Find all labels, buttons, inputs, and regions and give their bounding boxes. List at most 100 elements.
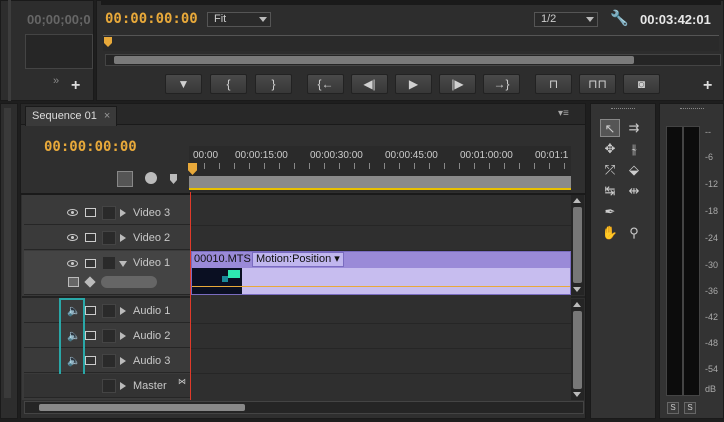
scrollbar-thumb[interactable] bbox=[573, 311, 582, 389]
rubber-band-line[interactable] bbox=[192, 286, 570, 287]
audio-vertical-scrollbar[interactable] bbox=[571, 299, 584, 400]
program-scrollbar-thumb[interactable] bbox=[114, 56, 634, 64]
snap-icon[interactable] bbox=[117, 171, 133, 187]
chevron-right-icon[interactable] bbox=[120, 307, 126, 315]
track-content-area[interactable] bbox=[190, 195, 571, 400]
chevron-right-icon[interactable] bbox=[120, 234, 126, 242]
panel-grip[interactable] bbox=[680, 108, 704, 111]
track-select-tool-icon[interactable]: ⇉ bbox=[624, 119, 644, 137]
time-ruler[interactable]: 00:00 00:00:15:00 00:00:30:00 00:00:45:0… bbox=[188, 146, 571, 192]
program-scrollbar[interactable] bbox=[105, 54, 721, 66]
track-lock-box[interactable] bbox=[102, 256, 116, 270]
scroll-down-icon[interactable] bbox=[573, 392, 581, 397]
film-icon[interactable] bbox=[85, 331, 96, 340]
scroll-down-icon[interactable] bbox=[573, 287, 581, 292]
track-lock-box[interactable] bbox=[102, 304, 116, 318]
program-add-button[interactable]: + bbox=[703, 77, 712, 95]
work-area-bar[interactable] bbox=[189, 176, 571, 190]
sequence-timecode[interactable]: 00:00:00:00 bbox=[44, 139, 137, 155]
hand-tool-icon[interactable]: ✋ bbox=[600, 224, 620, 242]
zoom-tool-icon[interactable]: ⚲ bbox=[624, 224, 644, 242]
panel-menu-icon[interactable]: ▾≡ bbox=[558, 108, 569, 119]
track-label: Audio 1 bbox=[133, 305, 171, 317]
track-lock-box[interactable] bbox=[102, 231, 116, 245]
step-back-button[interactable]: ◀| bbox=[351, 74, 388, 94]
scroll-up-icon[interactable] bbox=[573, 302, 581, 307]
extract-button[interactable]: ⊓⊓ bbox=[579, 74, 616, 94]
track-lock-box[interactable] bbox=[102, 206, 116, 220]
master-output-icon[interactable]: ⋈ bbox=[178, 377, 186, 386]
source-add-button[interactable]: + bbox=[71, 77, 80, 95]
chevron-right-icon[interactable] bbox=[120, 332, 126, 340]
go-to-out-button[interactable]: →} bbox=[483, 74, 520, 94]
film-icon[interactable] bbox=[85, 356, 96, 365]
keyframe-icon[interactable] bbox=[84, 276, 96, 288]
solo-left-button[interactable]: S bbox=[667, 402, 679, 414]
eye-icon[interactable] bbox=[67, 209, 78, 216]
rate-stretch-tool-icon[interactable]: ⤱ bbox=[600, 161, 620, 179]
eye-icon[interactable] bbox=[67, 260, 78, 267]
play-button[interactable]: ▶ bbox=[395, 74, 432, 94]
lift-button[interactable]: ⊓ bbox=[535, 74, 572, 94]
mark-in-button[interactable]: { bbox=[210, 74, 247, 94]
scroll-up-icon[interactable] bbox=[573, 198, 581, 203]
pen-tool-icon[interactable]: ✒ bbox=[600, 203, 620, 221]
add-marker-button[interactable]: ▼ bbox=[165, 74, 202, 94]
film-icon[interactable] bbox=[85, 259, 96, 268]
tab-label: Sequence 01 bbox=[32, 110, 97, 122]
mini-timeline[interactable] bbox=[103, 35, 719, 51]
close-icon[interactable]: × bbox=[104, 110, 110, 122]
tab-sequence-01[interactable]: Sequence 01 × bbox=[25, 106, 118, 126]
film-icon[interactable] bbox=[85, 233, 96, 242]
video-vertical-scrollbar[interactable] bbox=[571, 195, 584, 295]
film-icon[interactable] bbox=[85, 208, 96, 217]
keyframe-nav-control[interactable] bbox=[101, 276, 157, 288]
timeline-horizontal-scrollbar[interactable] bbox=[24, 401, 584, 414]
zoom-select[interactable]: Fit bbox=[207, 12, 271, 27]
wrench-icon[interactable]: 🔧 bbox=[610, 9, 629, 27]
scrollbar-thumb[interactable] bbox=[39, 404, 245, 411]
track-lock-box[interactable] bbox=[102, 379, 116, 393]
resolution-select[interactable]: 1/2 bbox=[534, 12, 598, 27]
panel-divider[interactable] bbox=[8, 0, 11, 101]
chevron-right-icon[interactable] bbox=[120, 357, 126, 365]
export-frame-button[interactable]: ◙ bbox=[623, 74, 660, 94]
razor-tool-icon[interactable]: ⬙ bbox=[624, 161, 644, 179]
eye-icon[interactable] bbox=[67, 234, 78, 241]
ripple-edit-tool-icon[interactable]: ✥ bbox=[600, 140, 620, 158]
left-edge-scrollbar[interactable] bbox=[4, 108, 11, 398]
step-forward-button[interactable]: |▶ bbox=[439, 74, 476, 94]
playhead-icon[interactable] bbox=[188, 163, 197, 175]
level-meter-right bbox=[683, 126, 700, 396]
slide-tool-icon[interactable]: ⇹ bbox=[624, 182, 644, 200]
solo-right-button[interactable]: S bbox=[684, 402, 696, 414]
film-icon[interactable] bbox=[85, 306, 96, 315]
mark-out-button[interactable]: } bbox=[255, 74, 292, 94]
track-row-divider bbox=[190, 225, 571, 226]
track-master: Master ⋈ bbox=[24, 374, 190, 398]
track-lock-box[interactable] bbox=[102, 354, 116, 368]
go-to-in-button[interactable]: {← bbox=[307, 74, 344, 94]
chevron-right-icon[interactable] bbox=[120, 382, 126, 390]
thumbnail-highlight bbox=[228, 270, 240, 278]
track-audio-3: 🔈 Audio 3 bbox=[24, 349, 190, 373]
display-style-icon[interactable] bbox=[68, 277, 79, 287]
ruler-tick-label: 00:00:30:00 bbox=[310, 150, 363, 161]
track-row-divider bbox=[190, 348, 571, 349]
rolling-edit-tool-icon[interactable]: ⫳ bbox=[624, 140, 644, 158]
slip-tool-icon[interactable]: ↹ bbox=[600, 182, 620, 200]
track-lock-box[interactable] bbox=[102, 329, 116, 343]
chevron-right-icon[interactable] bbox=[120, 209, 126, 217]
track-label: Master bbox=[133, 380, 167, 392]
track-video-1: Video 1 bbox=[24, 251, 190, 295]
clip-effect-dropdown[interactable]: Motion:Position ▾ bbox=[252, 252, 344, 267]
marker-icon[interactable] bbox=[145, 172, 157, 184]
video-clip[interactable]: 00010.MTS Motion:Position ▾ bbox=[191, 251, 571, 295]
source-settings-icon[interactable]: » bbox=[53, 75, 59, 87]
chevron-down-icon[interactable] bbox=[119, 261, 127, 267]
scrollbar-thumb[interactable] bbox=[573, 207, 582, 283]
selection-tool-icon[interactable]: ↖ bbox=[600, 119, 620, 137]
playhead-marker-icon[interactable] bbox=[104, 37, 112, 47]
program-current-timecode[interactable]: 00:00:00:00 bbox=[105, 11, 198, 27]
panel-grip[interactable] bbox=[611, 108, 635, 111]
